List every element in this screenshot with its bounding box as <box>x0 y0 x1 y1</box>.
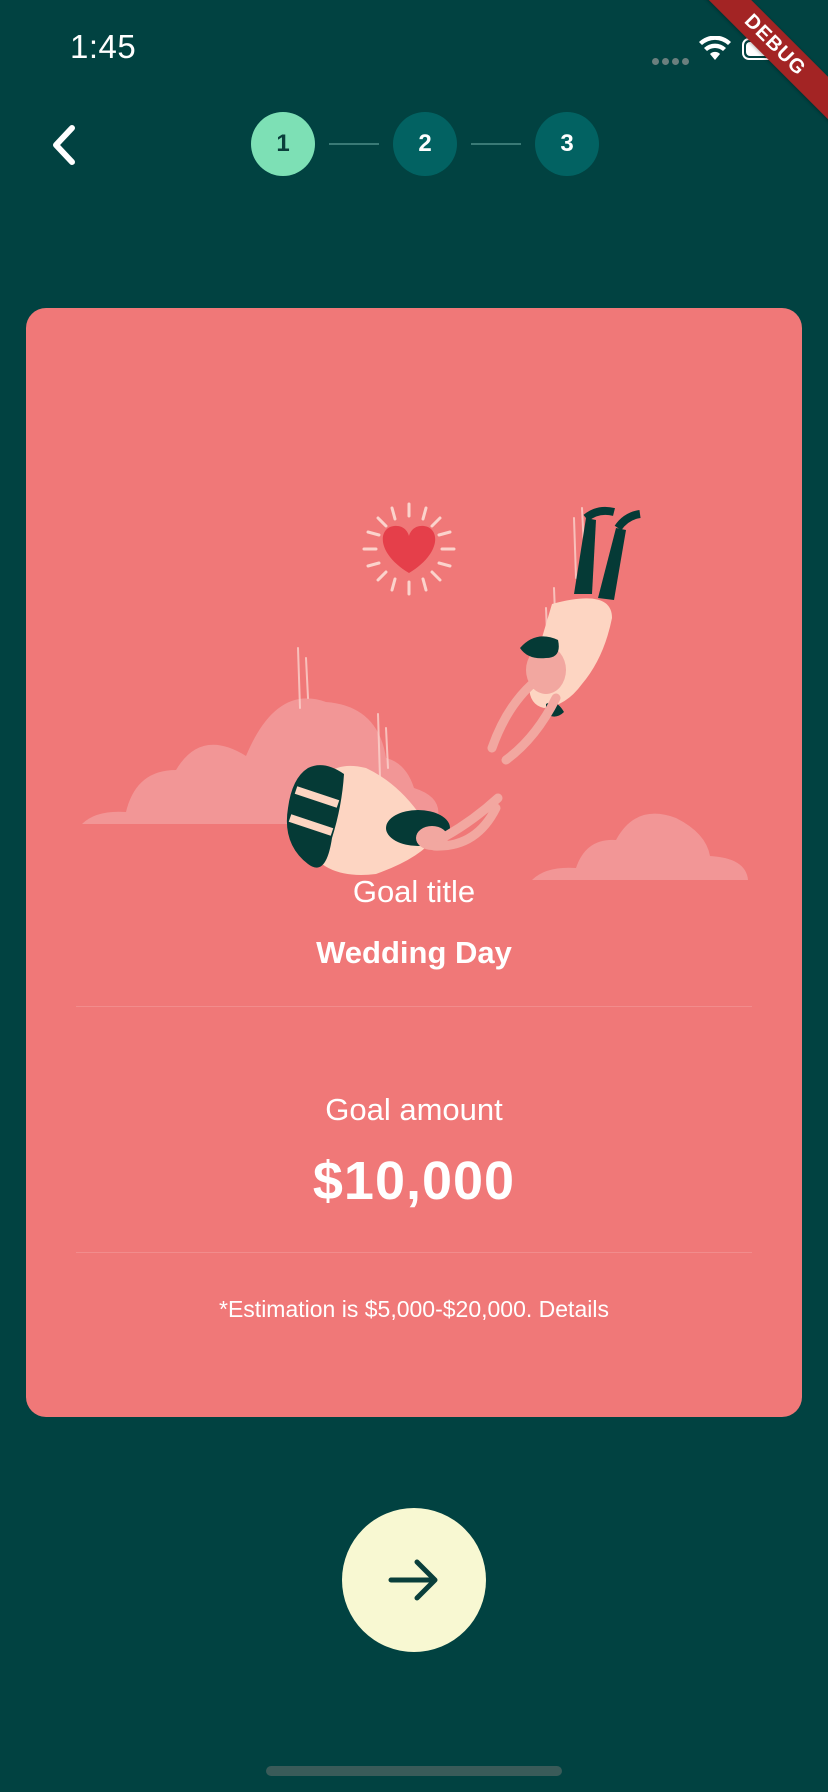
divider <box>76 1252 752 1253</box>
goal-amount-label: Goal amount <box>325 1092 503 1127</box>
back-button[interactable] <box>36 118 90 172</box>
chevron-left-icon <box>53 125 75 165</box>
goal-title-value[interactable]: Wedding Day <box>26 935 802 971</box>
goal-card: Goal title Wedding Day Goal amount $10,0… <box>26 308 802 1417</box>
step-connector <box>471 143 521 145</box>
couple-skydiving-heart-illustration <box>82 502 748 880</box>
step-connector <box>329 143 379 145</box>
goal-amount-value[interactable]: $10,000 <box>26 1150 802 1212</box>
home-indicator <box>266 1766 562 1776</box>
goal-title-label: Goal title <box>352 874 476 909</box>
step-3[interactable]: 3 <box>535 112 599 176</box>
status-bar: 1:45 <box>0 0 828 100</box>
estimation-details-link[interactable]: *Estimation is $5,000-$20,000. Details <box>26 1296 802 1323</box>
step-2[interactable]: 2 <box>393 112 457 176</box>
divider <box>76 1006 752 1007</box>
progress-stepper: 1 2 3 <box>251 112 599 176</box>
status-time: 1:45 <box>70 28 137 65</box>
next-button[interactable] <box>342 1508 486 1652</box>
wifi-icon <box>699 36 731 60</box>
arrow-right-icon <box>388 1559 438 1601</box>
step-1[interactable]: 1 <box>251 112 315 176</box>
cellular-signal-icon <box>652 52 692 70</box>
